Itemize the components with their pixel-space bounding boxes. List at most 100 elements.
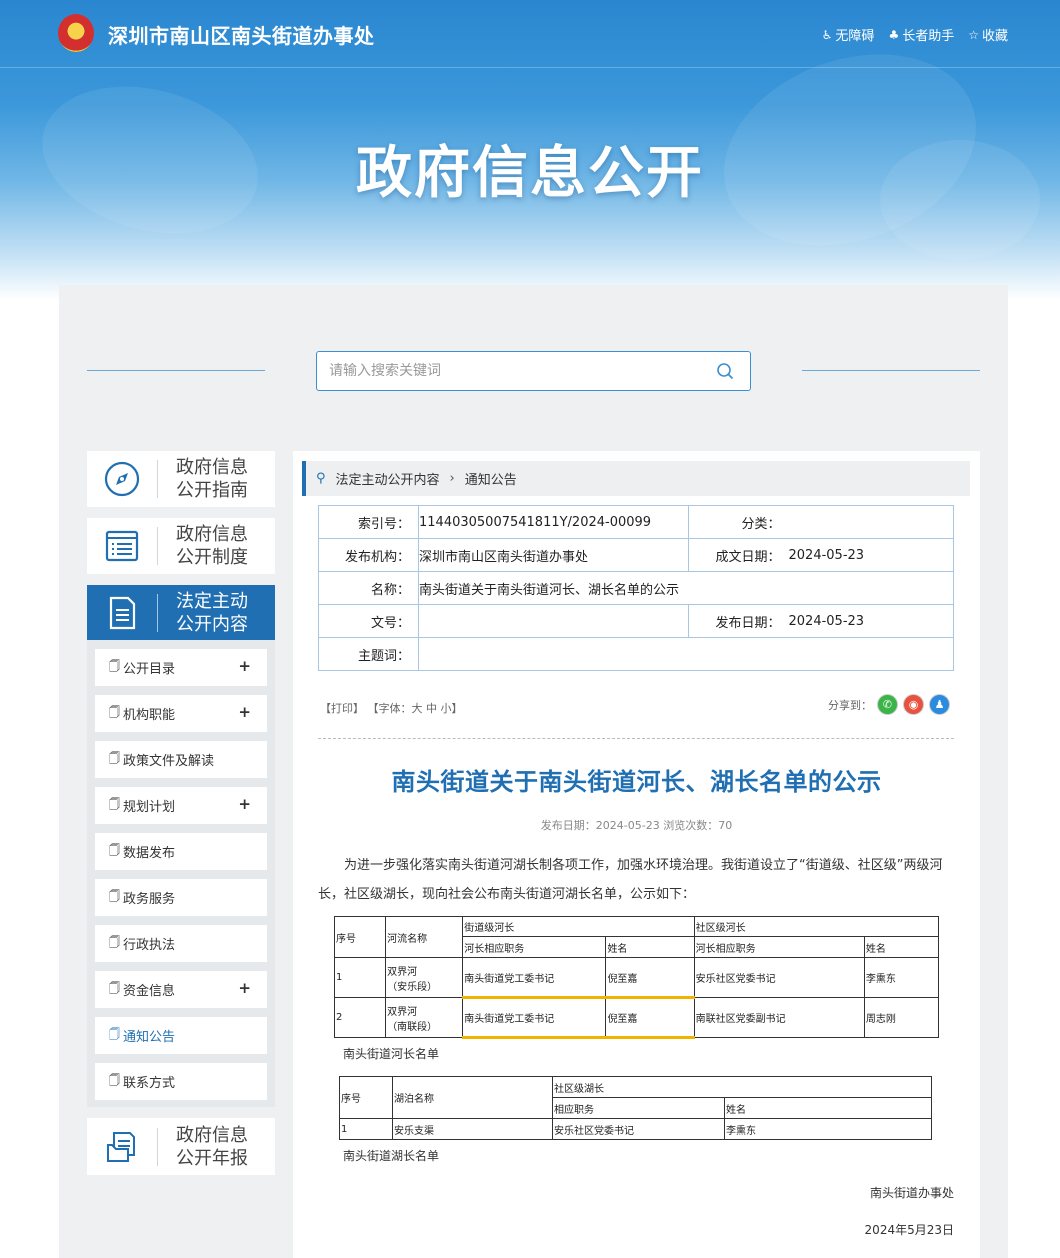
article-toolbar: 【打印】 【字体：大 中 小】 <box>320 700 463 716</box>
sidebar-item-data[interactable]: 🗍 数据发布 <box>95 833 267 870</box>
river-table-caption: 南头街道河长名单 <box>343 1047 440 1061</box>
sidebar-card-label: 法定主动 公开内容 <box>176 590 248 635</box>
sidebar-item-label: 政策文件及解读 <box>123 754 215 769</box>
sidebar-item-planning[interactable]: 🗍 规划计划 + <box>95 787 267 824</box>
header-person: 姓名 <box>724 1097 932 1119</box>
expand-icon[interactable]: + <box>238 703 251 721</box>
share-label: 分享到： <box>828 698 872 712</box>
elder-assistant-label: 长者助手 <box>902 29 955 44</box>
sidebar-item-label: 政务服务 <box>123 892 176 907</box>
river-name: 双界河 <box>387 1006 418 1018</box>
expand-icon[interactable]: + <box>238 979 251 997</box>
row-river: 双界河 （南联段） <box>385 997 464 1038</box>
document-icon <box>87 595 157 631</box>
header-banner: 深圳市南山区南头街道办事处 ♿ 无障碍 ♣ 长者助手 ☆ 收藏 政府信息公开 <box>0 0 1060 300</box>
row-community-post: 南联社区党委副书记 <box>693 997 865 1038</box>
article-meta: 发布日期：2024-05-23 浏览次数：70 <box>540 819 733 832</box>
font-size-controls[interactable]: 【字体：大 中 小】 <box>368 702 463 715</box>
expand-icon[interactable]: + <box>238 657 251 675</box>
row-community-name: 李熏东 <box>863 957 940 998</box>
sidebar-card-annual-report[interactable]: 政府信息 公开年报 <box>87 1118 275 1175</box>
name-label: 名称： <box>318 571 419 605</box>
sidebar-item-label: 资金信息 <box>123 984 176 999</box>
doc-icon: 🗍 <box>109 1074 120 1087</box>
category-value <box>788 505 954 539</box>
share-bar: 分享到： ✆ ◉ ♟ <box>828 694 950 715</box>
sidebar-item-label: 通知公告 <box>123 1030 176 1045</box>
weibo-icon[interactable]: ◉ <box>903 694 924 715</box>
row-community-post: 安乐社区党委书记 <box>693 957 865 998</box>
sidebar-item-label: 公开目录 <box>123 662 176 677</box>
sidebar-card-guide[interactable]: 政府信息 公开指南 <box>87 451 275 507</box>
sidebar-item-services[interactable]: 🗍 政务服务 <box>95 879 267 916</box>
sidebar-card-label: 政府信息 公开制度 <box>176 524 248 568</box>
signature-date: 2024年5月23日 <box>864 1223 954 1237</box>
row-no: 2 <box>333 997 387 1038</box>
sidebar-item-contact[interactable]: 🗍 联系方式 <box>95 1063 267 1100</box>
river-section: （南联段） <box>387 1021 438 1033</box>
search-box <box>316 351 751 391</box>
row-no: 1 <box>339 1118 393 1140</box>
index-label: 索引号： <box>318 505 419 539</box>
sidebar-item-policy[interactable]: 🗍 政策文件及解读 <box>95 741 267 778</box>
table-row: 1 双界河 （安乐段） 南头街道党工委书记 倪至嘉 安乐社区党委书记 李熏东 <box>333 957 940 999</box>
doc-icon: 🗍 <box>109 706 120 719</box>
header-street-post: 河长相应职务 <box>462 936 607 958</box>
breadcrumb-link-statutory[interactable]: 法定主动公开内容 <box>336 469 440 488</box>
doc-icon: 🗍 <box>109 844 120 857</box>
sidebar-item-label: 机构职能 <box>123 708 176 723</box>
qq-icon[interactable]: ♟ <box>929 694 950 715</box>
sidebar-submenu: 🗍 公开目录 + 🗍 机构职能 + 🗍 政策文件及解读 🗍 规划计划 + 🗍 数据发布 🗍 政务服… <box>87 640 275 1107</box>
favorite-link[interactable]: ☆ 收藏 <box>968 25 1008 45</box>
sidebar-card-label: 政府信息 公开年报 <box>176 1124 248 1169</box>
header-no: 序号 <box>339 1076 393 1119</box>
sidebar-item-catalog[interactable]: 🗍 公开目录 + <box>95 649 267 686</box>
article-paragraph: 为进一步强化落实南头街道河湖长制各项工作，加强水环境治理。我街道设立了“街道级、… <box>318 858 943 902</box>
header-community-chief: 社区级河长 <box>693 916 940 937</box>
header-divider <box>0 67 1060 68</box>
print-button[interactable]: 【打印】 <box>320 702 364 715</box>
search-input[interactable] <box>317 352 697 390</box>
row-no: 1 <box>333 957 387 998</box>
accessibility-label: 无障碍 <box>835 29 875 44</box>
created-date-value: 2024-05-23 <box>788 538 954 572</box>
sidebar-card-statutory-content[interactable]: 法定主动 公开内容 <box>87 585 275 640</box>
location-pin-icon: ⚲ <box>316 471 326 486</box>
row-street-post: 南头街道党工委书记 <box>462 957 607 999</box>
row-name: 李熏东 <box>724 1118 932 1140</box>
site-title[interactable]: 深圳市南山区南头街道办事处 <box>108 20 375 49</box>
river-chief-table: 序号 河流名称 街道级河长 社区级河长 河长相应职务 姓名 河长相应职务 姓名 … <box>333 916 940 1039</box>
elder-icon: ♣ <box>888 27 900 42</box>
breadcrumb-link-notices[interactable]: 通知公告 <box>465 469 517 488</box>
row-river: 双界河 （安乐段） <box>385 957 464 998</box>
row-community-name: 周志刚 <box>863 997 940 1038</box>
doc-number-label: 文号： <box>318 604 419 638</box>
search-divider-left <box>87 370 265 371</box>
table-row: 1 安乐支渠 安乐社区党委书记 李熏东 <box>339 1118 932 1140</box>
river-section: （安乐段） <box>387 981 438 993</box>
expand-icon[interactable]: + <box>238 795 251 813</box>
sidebar-card-system[interactable]: 政府信息 公开制度 <box>87 518 275 574</box>
index-value: 11440305007541811Y/2024-00099 <box>418 505 689 539</box>
sidebar-item-funds[interactable]: 🗍 资金信息 + <box>95 971 267 1008</box>
row-street-name: 倪至嘉 <box>605 957 695 999</box>
elder-assistant-link[interactable]: ♣ 长者助手 <box>888 25 955 45</box>
row-post: 安乐社区党委书记 <box>552 1118 725 1140</box>
accessibility-link[interactable]: ♿ 无障碍 <box>821 25 875 45</box>
sidebar-item-enforcement[interactable]: 🗍 行政执法 <box>95 925 267 962</box>
header-links: ♿ 无障碍 ♣ 长者助手 ☆ 收藏 <box>821 25 1008 45</box>
header-community-chief: 社区级湖长 <box>552 1076 932 1098</box>
header-street-chief: 街道级河长 <box>462 916 695 937</box>
main-panel: 政府信息 公开指南 政府信息 公开制度 法定主动 公开内容 🗍公开目录+ 🗍机构… <box>59 285 1008 1258</box>
sidebar-item-functions[interactable]: 🗍 机构职能 + <box>95 695 267 732</box>
accessibility-icon: ♿ <box>821 27 833 42</box>
publisher-value: 深圳市南山区南头街道办事处 <box>418 538 689 572</box>
search-icon[interactable] <box>716 362 734 380</box>
wechat-icon[interactable]: ✆ <box>877 694 898 715</box>
article-title: 南头街道关于南头街道河长、湖长名单的公示 <box>391 768 882 796</box>
keywords-value <box>418 637 954 671</box>
breadcrumb: ⚲ 法定主动公开内容 › 通知公告 <box>302 461 970 496</box>
signature: 南头街道办事处 <box>869 1186 954 1200</box>
sidebar-item-label: 联系方式 <box>123 1076 176 1091</box>
sidebar-item-notices[interactable]: 🗍 通知公告 <box>95 1017 267 1054</box>
